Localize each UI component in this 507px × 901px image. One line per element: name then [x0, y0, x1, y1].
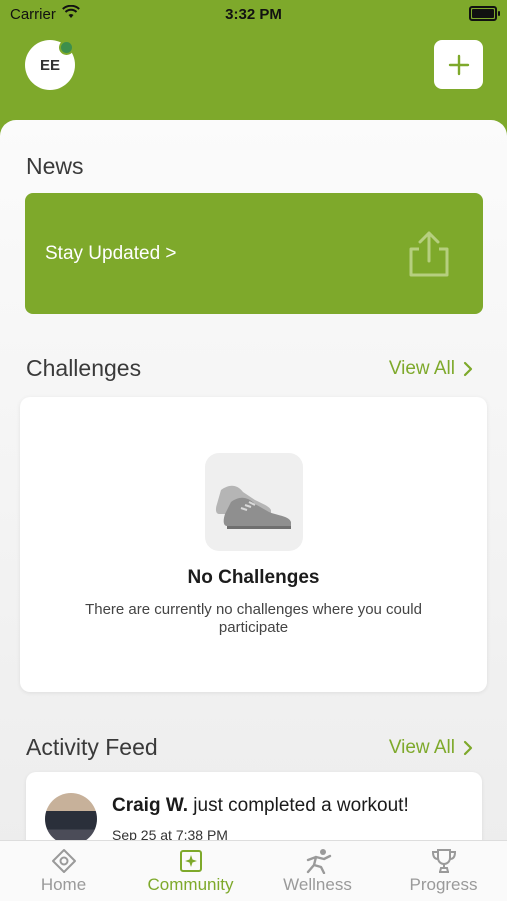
status-bar: Carrier 3:32 PM	[0, 0, 507, 28]
app-header: Carrier 3:32 PM EE	[0, 0, 507, 140]
tab-progress[interactable]: Progress	[380, 847, 507, 895]
activity-action: just completed a workout!	[193, 795, 409, 816]
view-all-label: View All	[388, 737, 455, 758]
community-icon	[127, 847, 254, 875]
activity-text: Craig W. just completed a workout!	[112, 795, 409, 817]
news-card[interactable]: Stay Updated >	[25, 193, 483, 314]
profile-avatar[interactable]: EE	[25, 40, 75, 90]
view-all-label: View All	[388, 358, 455, 379]
tab-label: Home	[40, 875, 87, 894]
chevron-right-icon	[463, 740, 473, 756]
challenges-empty-card: No Challenges There are currently no cha…	[20, 397, 487, 692]
news-section-title: News	[26, 153, 84, 179]
bottom-tab-bar: Home Community Wellness Progress	[0, 840, 507, 901]
user-avatar	[45, 793, 97, 845]
status-time: 3:32 PM	[225, 6, 282, 23]
avatar-initials: EE	[39, 56, 60, 74]
online-status-dot	[59, 40, 74, 55]
activity-feed-section-title: Activity Feed	[26, 734, 158, 760]
tab-wellness[interactable]: Wellness	[254, 847, 381, 895]
add-button[interactable]	[434, 40, 483, 89]
tab-home[interactable]: Home	[0, 847, 127, 895]
share-icon	[403, 229, 455, 284]
empty-state-description: There are currently no challenges where …	[85, 601, 422, 636]
challenges-section-title: Challenges	[26, 355, 142, 381]
chevron-right-icon	[463, 361, 473, 377]
empty-state-title: No Challenges	[187, 567, 320, 588]
battery-icon	[469, 6, 500, 21]
wellness-icon	[254, 847, 381, 875]
challenges-view-all-link[interactable]: View All	[389, 358, 473, 380]
tab-label: Progress	[409, 875, 478, 894]
tab-community[interactable]: Community	[127, 847, 254, 895]
plus-icon	[448, 54, 469, 75]
home-icon	[0, 847, 127, 875]
tab-label: Community	[147, 875, 234, 894]
activity-view-all-link[interactable]: View All	[389, 737, 473, 759]
activity-user-name: Craig W.	[112, 795, 189, 816]
sneakers-icon	[205, 453, 303, 551]
trophy-icon	[380, 847, 507, 875]
news-card-label: Stay Updated >	[45, 243, 177, 264]
tab-label: Wellness	[283, 875, 352, 894]
